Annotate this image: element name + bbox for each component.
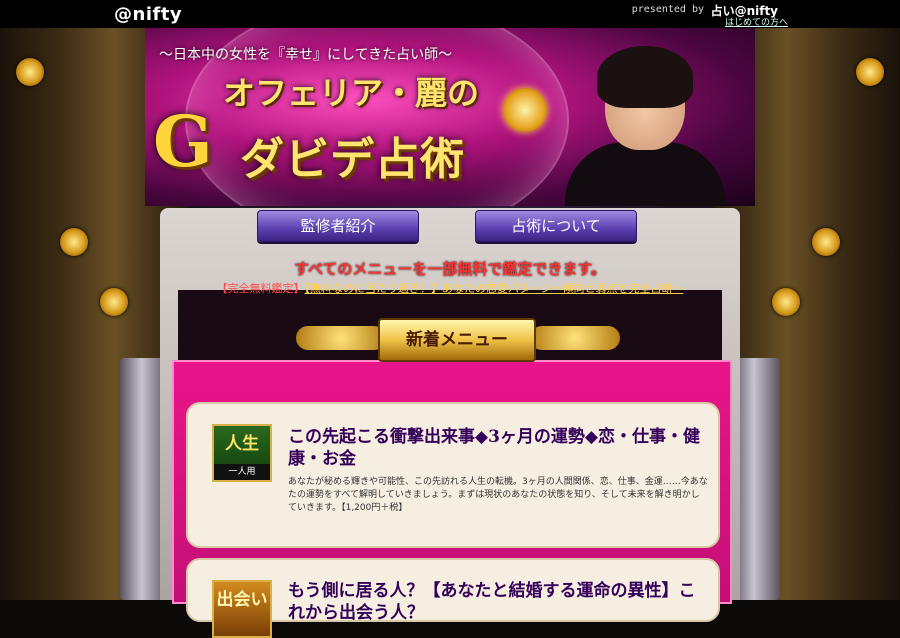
rose-ornament-icon — [16, 58, 44, 86]
menu-card[interactable]: 出会い もう側に居る人？【あなたと結婚する運命の異性】これから出会う人？ — [186, 558, 720, 638]
menu-title[interactable]: この先起こる衝撃出来事◆3ヶ月の運勢◆恋・仕事・健康・お金 — [288, 426, 708, 470]
menu-description: あなたが秘める輝きや可能性、この先訪れる人生の転機。3ヶ月の人間関係、恋、仕事、… — [288, 477, 708, 513]
top-bar: @nifty presented by 占い@nifty はじめての方へ — [0, 0, 900, 28]
rose-ornament-icon — [60, 228, 88, 256]
hero-subtitle: ダビデ占術 — [240, 134, 465, 185]
promo-tag[interactable]: 【完全無料鑑定】 — [217, 282, 305, 295]
menu-title[interactable]: もう側に居る人？【あなたと結婚する運命の異性】これから出会う人？ — [288, 580, 708, 624]
promo-link[interactable]: 【完全無料鑑定】【無料なのに当たり過ぎ！】あなたの恋愛パターン〜傾向と弱点を完全… — [0, 280, 900, 296]
fortune-teller-portrait — [565, 42, 725, 206]
badge-sub-label: 一人用 — [214, 464, 270, 480]
menu-card[interactable]: 人生 一人用 この先起こる衝撃出来事◆3ヶ月の運勢◆恋・仕事・健康・お金 あなた… — [186, 402, 720, 548]
section-title-banner: 新着メニュー — [378, 318, 536, 362]
nav-supervisor-button[interactable]: 監修者紹介 — [257, 210, 419, 242]
badge-label: 人生 — [225, 434, 259, 454]
nifty-logo[interactable]: @nifty — [114, 4, 182, 25]
badge-label: 出会い — [216, 590, 268, 610]
sun-icon — [503, 88, 547, 132]
nav-divination-button[interactable]: 占術について — [475, 210, 637, 242]
category-badge: 人生 一人用 — [212, 424, 272, 482]
hero-catchphrase: 〜日本中の女性を『幸せ』にしてきた占い師〜 — [159, 47, 453, 63]
rose-ornament-icon — [856, 58, 884, 86]
first-time-link[interactable]: はじめての方へ — [725, 15, 788, 28]
presented-by-label: presented by — [631, 4, 704, 15]
free-headline: すべてのメニューを一部無料で鑑定できます。 — [294, 260, 606, 278]
hero-g-mark: G — [153, 100, 213, 183]
category-badge: 出会い — [212, 580, 272, 638]
rose-ornament-icon — [812, 228, 840, 256]
hero-banner: 〜日本中の女性を『幸せ』にしてきた占い師〜 オフェリア・麗の G ダビデ占術 — [145, 28, 755, 206]
gold-scroll-icon — [296, 326, 386, 350]
hero-name: オフェリア・麗の — [223, 74, 480, 112]
gold-scroll-icon — [530, 326, 620, 350]
promo-text[interactable]: 【無料なのに当たり過ぎ！】あなたの恋愛パターン〜傾向と弱点を完全占断〜 — [305, 282, 684, 295]
new-menu-panel: 人生 一人用 この先起こる衝撃出来事◆3ヶ月の運勢◆恋・仕事・健康・お金 あなた… — [172, 360, 732, 638]
